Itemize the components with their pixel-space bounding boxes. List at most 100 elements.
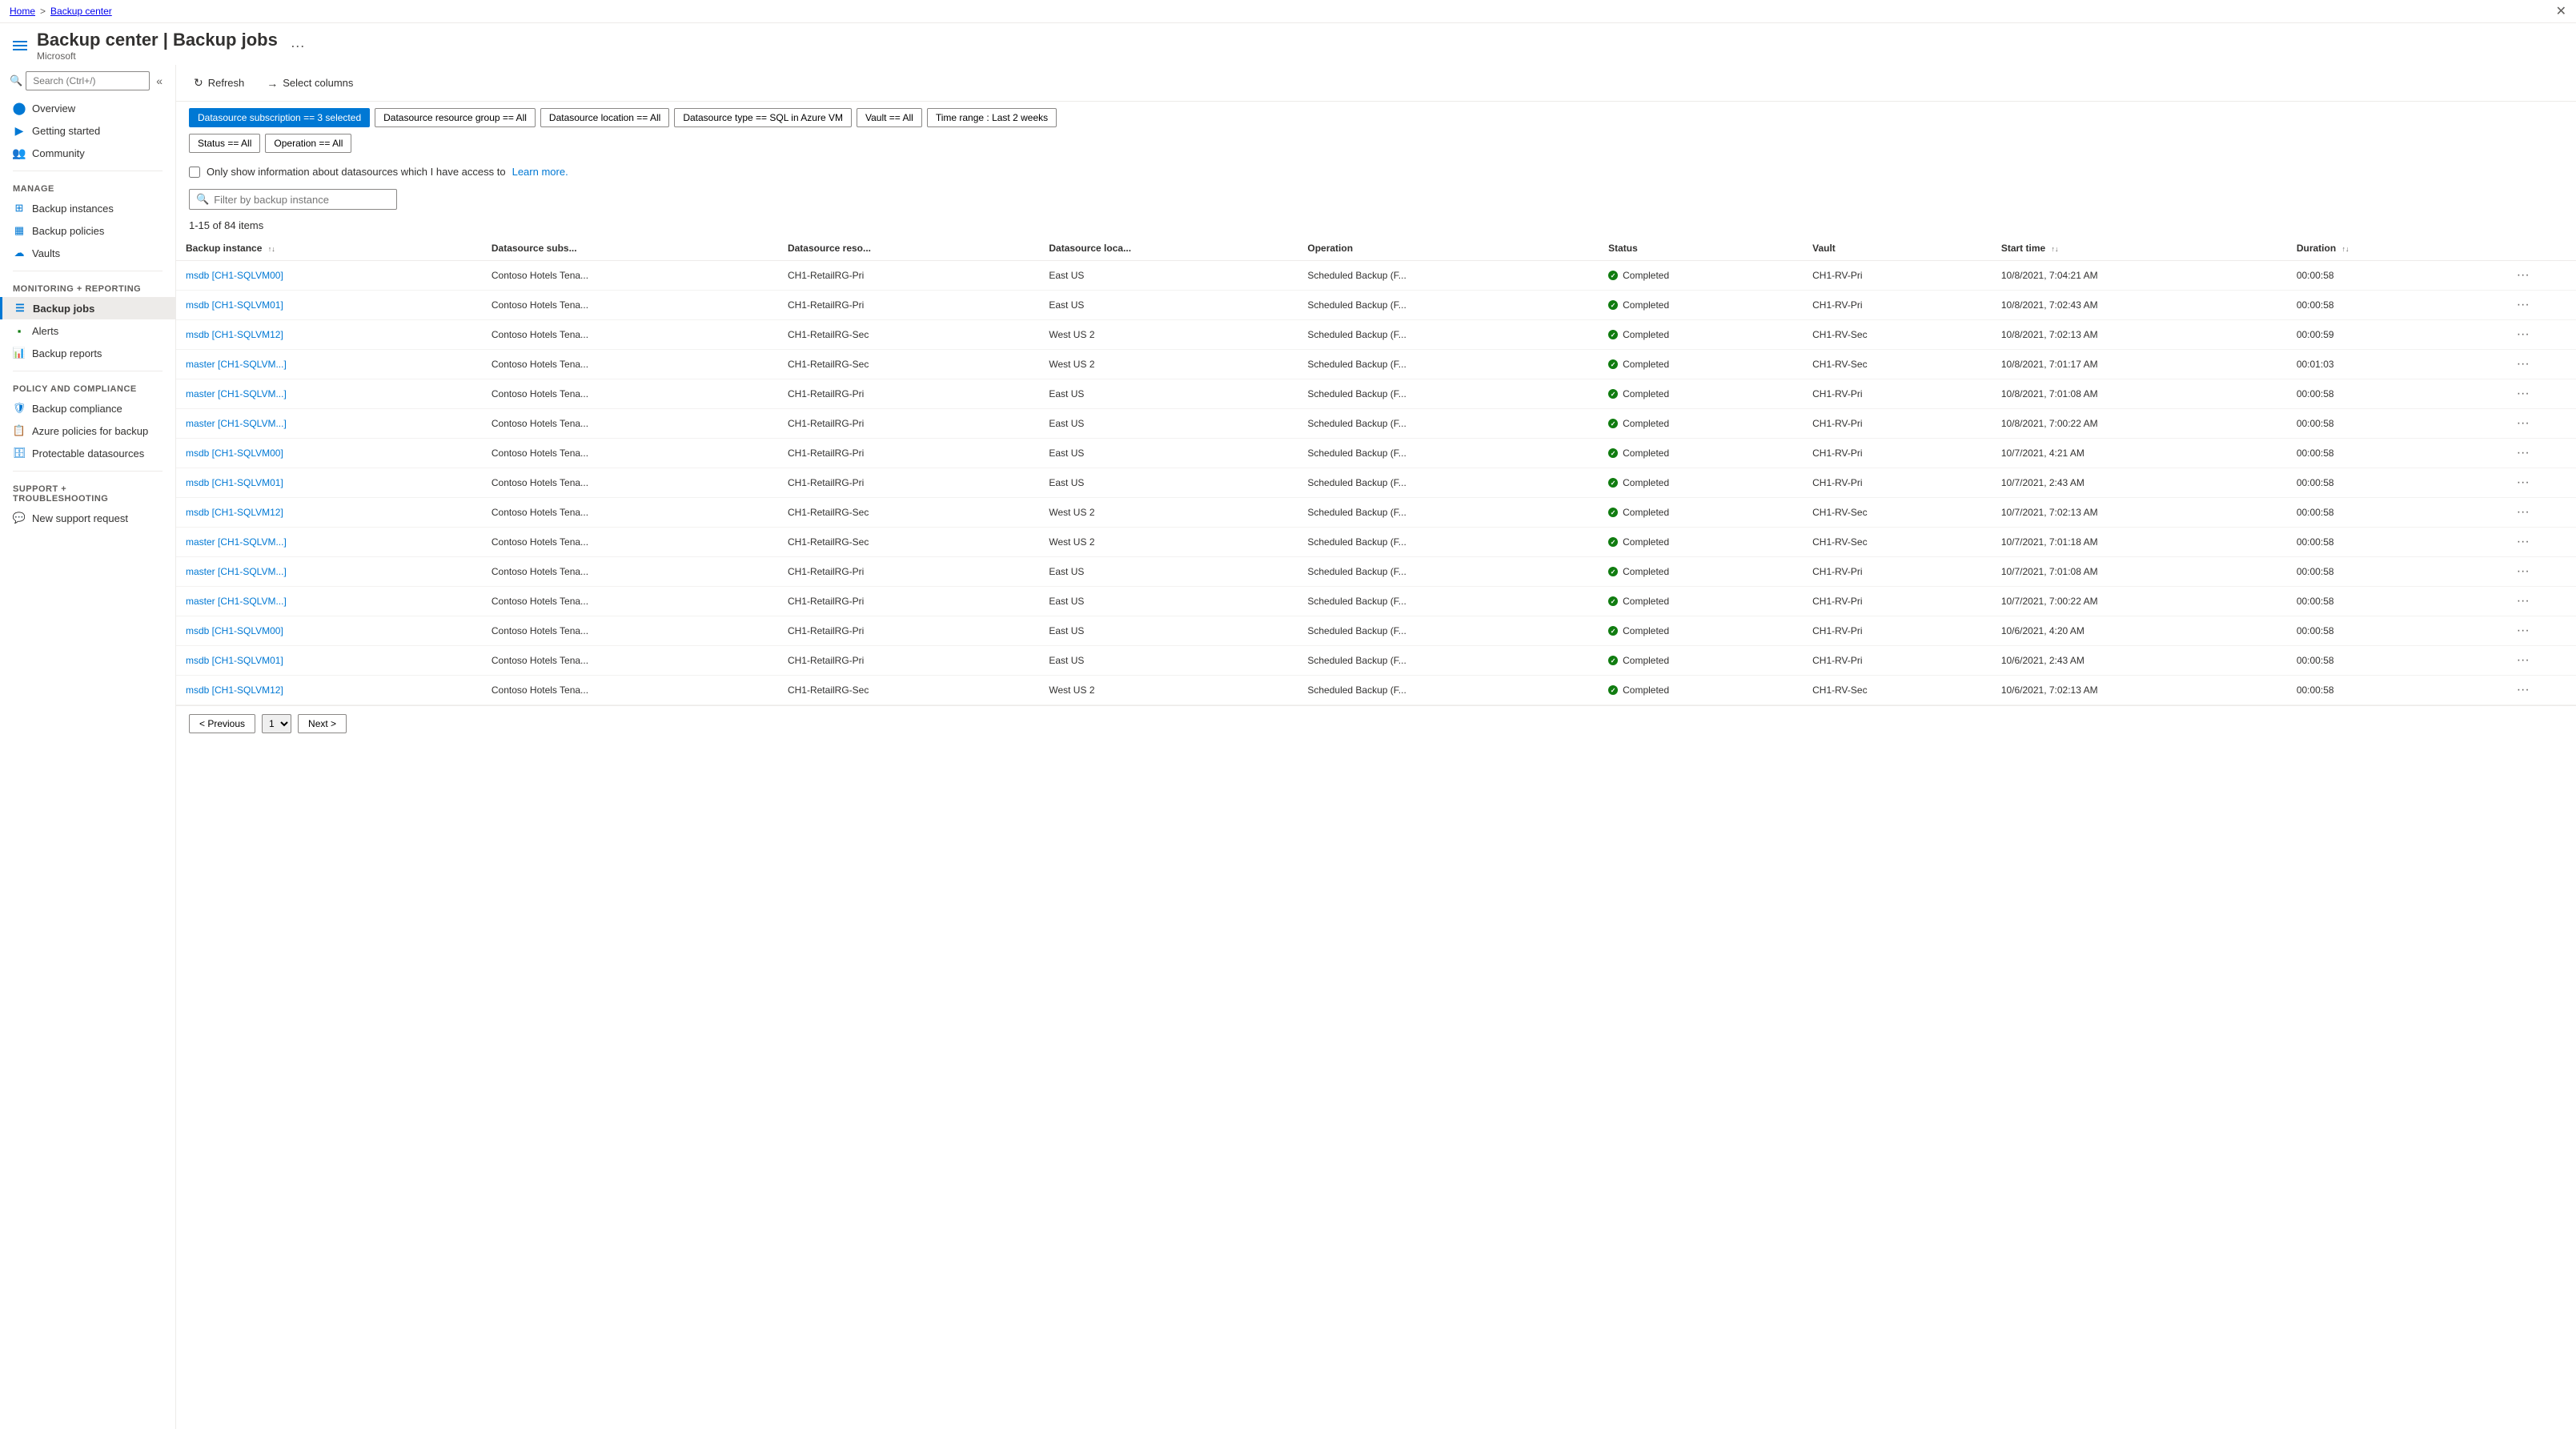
table-row[interactable]: master [CH1-SQLVM...] Contoso Hotels Ten…: [176, 350, 2576, 379]
table-row[interactable]: master [CH1-SQLVM...] Contoso Hotels Ten…: [176, 379, 2576, 409]
table-row[interactable]: msdb [CH1-SQLVM00] Contoso Hotels Tena..…: [176, 439, 2576, 468]
cell-loca: East US: [1039, 261, 1298, 291]
cell-more[interactable]: ···: [2470, 439, 2576, 468]
status-label: Completed: [1623, 536, 1669, 548]
sidebar-collapse-button[interactable]: «: [153, 74, 166, 87]
cell-more[interactable]: ···: [2470, 291, 2576, 320]
cell-more[interactable]: ···: [2470, 557, 2576, 587]
cell-more[interactable]: ···: [2470, 616, 2576, 646]
table-row[interactable]: master [CH1-SQLVM...] Contoso Hotels Ten…: [176, 409, 2576, 439]
sidebar-search-input[interactable]: [26, 71, 150, 90]
sidebar-item-alerts[interactable]: ▪ Alerts: [0, 319, 175, 342]
col-datasource-reso[interactable]: Datasource reso...: [778, 236, 1039, 261]
table-row[interactable]: msdb [CH1-SQLVM12] Contoso Hotels Tena..…: [176, 498, 2576, 528]
row-more-button[interactable]: ···: [2512, 355, 2534, 373]
status-icon: [1608, 419, 1618, 428]
cell-more[interactable]: ···: [2470, 320, 2576, 350]
filter-time-range[interactable]: Time range : Last 2 weeks: [927, 108, 1057, 127]
table-row[interactable]: msdb [CH1-SQLVM01] Contoso Hotels Tena..…: [176, 291, 2576, 320]
row-more-button[interactable]: ···: [2512, 504, 2534, 521]
col-status[interactable]: Status: [1599, 236, 1803, 261]
sidebar-item-backup-compliance[interactable]: 🛡 Backup compliance: [0, 397, 175, 419]
row-more-button[interactable]: ···: [2512, 296, 2534, 314]
access-checkbox[interactable]: [189, 167, 200, 178]
row-more-button[interactable]: ···: [2512, 652, 2534, 669]
table-row[interactable]: master [CH1-SQLVM...] Contoso Hotels Ten…: [176, 557, 2576, 587]
sidebar-item-backup-reports[interactable]: 📊 Backup reports: [0, 342, 175, 364]
status-label: Completed: [1623, 448, 1669, 459]
filter-vault[interactable]: Vault == All: [857, 108, 922, 127]
sidebar-item-community[interactable]: 👥 Community: [0, 142, 175, 164]
breadcrumb-section[interactable]: Backup center: [50, 6, 112, 17]
backup-instance-search-input[interactable]: [214, 194, 390, 206]
cell-more[interactable]: ···: [2470, 261, 2576, 291]
status-icon: [1608, 448, 1618, 458]
row-more-button[interactable]: ···: [2512, 267, 2534, 284]
cell-more[interactable]: ···: [2470, 468, 2576, 498]
learn-more-link[interactable]: Learn more.: [512, 166, 568, 178]
row-more-button[interactable]: ···: [2512, 592, 2534, 610]
status-icon: [1608, 271, 1618, 280]
table-row[interactable]: msdb [CH1-SQLVM01] Contoso Hotels Tena..…: [176, 646, 2576, 676]
row-more-button[interactable]: ···: [2512, 326, 2534, 343]
filter-datasource-resource-group[interactable]: Datasource resource group == All: [375, 108, 536, 127]
sidebar-item-protectable-datasources[interactable]: 🗄 Protectable datasources: [0, 442, 175, 464]
cell-more[interactable]: ···: [2470, 587, 2576, 616]
table-row[interactable]: msdb [CH1-SQLVM12] Contoso Hotels Tena..…: [176, 676, 2576, 705]
filter-datasource-type[interactable]: Datasource type == SQL in Azure VM: [674, 108, 852, 127]
filter-datasource-location[interactable]: Datasource location == All: [540, 108, 669, 127]
cell-more[interactable]: ···: [2470, 676, 2576, 705]
col-backup-instance[interactable]: Backup instance ↑↓: [176, 236, 482, 261]
cell-start: 10/7/2021, 7:02:13 AM: [1992, 498, 2287, 528]
row-more-button[interactable]: ···: [2512, 415, 2534, 432]
table-row[interactable]: master [CH1-SQLVM...] Contoso Hotels Ten…: [176, 587, 2576, 616]
filter-datasource-subscription[interactable]: Datasource subscription == 3 selected: [189, 108, 370, 127]
col-start-time[interactable]: Start time ↑↓: [1992, 236, 2287, 261]
table-row[interactable]: msdb [CH1-SQLVM12] Contoso Hotels Tena..…: [176, 320, 2576, 350]
row-more-button[interactable]: ···: [2512, 681, 2534, 699]
table-row[interactable]: msdb [CH1-SQLVM01] Contoso Hotels Tena..…: [176, 468, 2576, 498]
breadcrumb-home[interactable]: Home: [10, 6, 35, 17]
refresh-button[interactable]: ↻ Refresh: [189, 73, 249, 93]
col-vault[interactable]: Vault: [1803, 236, 1992, 261]
sidebar-item-getting-started[interactable]: ▶ Getting started: [0, 119, 175, 142]
col-label: Datasource reso...: [788, 243, 871, 254]
more-options-button[interactable]: ···: [291, 38, 305, 54]
sidebar-item-azure-policies[interactable]: 📋 Azure policies for backup: [0, 419, 175, 442]
sidebar-item-backup-jobs[interactable]: ☰ Backup jobs: [0, 297, 175, 319]
cell-more[interactable]: ···: [2470, 528, 2576, 557]
col-datasource-loca[interactable]: Datasource loca...: [1039, 236, 1298, 261]
page-number-select[interactable]: 1: [262, 714, 291, 733]
row-more-button[interactable]: ···: [2512, 622, 2534, 640]
next-page-button[interactable]: Next >: [298, 714, 347, 733]
row-more-button[interactable]: ···: [2512, 385, 2534, 403]
col-duration[interactable]: Duration ↑↓: [2287, 236, 2470, 261]
select-columns-button[interactable]: → Select columns: [262, 74, 358, 93]
col-datasource-subs[interactable]: Datasource subs...: [482, 236, 778, 261]
cell-more[interactable]: ···: [2470, 409, 2576, 439]
cell-subs: Contoso Hotels Tena...: [482, 587, 778, 616]
close-button[interactable]: ✕: [2556, 3, 2566, 19]
cell-more[interactable]: ···: [2470, 646, 2576, 676]
table-row[interactable]: master [CH1-SQLVM...] Contoso Hotels Ten…: [176, 528, 2576, 557]
filter-status[interactable]: Status == All: [189, 134, 260, 153]
filter-operation[interactable]: Operation == All: [265, 134, 351, 153]
row-more-button[interactable]: ···: [2512, 444, 2534, 462]
sidebar-item-vaults[interactable]: ☁ Vaults: [0, 242, 175, 264]
col-operation[interactable]: Operation: [1298, 236, 1599, 261]
sidebar-item-overview[interactable]: ⬤ Overview: [0, 97, 175, 119]
previous-page-button[interactable]: < Previous: [189, 714, 255, 733]
sidebar-item-backup-instances[interactable]: ⊞ Backup instances: [0, 197, 175, 219]
cell-more[interactable]: ···: [2470, 379, 2576, 409]
row-more-button[interactable]: ···: [2512, 533, 2534, 551]
table-row[interactable]: msdb [CH1-SQLVM00] Contoso Hotels Tena..…: [176, 616, 2576, 646]
cell-more[interactable]: ···: [2470, 350, 2576, 379]
cell-instance: msdb [CH1-SQLVM00]: [176, 616, 482, 646]
sidebar-item-backup-policies[interactable]: ▦ Backup policies: [0, 219, 175, 242]
row-more-button[interactable]: ···: [2512, 474, 2534, 492]
table-row[interactable]: msdb [CH1-SQLVM00] Contoso Hotels Tena..…: [176, 261, 2576, 291]
hamburger-icon[interactable]: [13, 41, 27, 50]
sidebar-item-new-support-request[interactable]: 💬 New support request: [0, 507, 175, 529]
row-more-button[interactable]: ···: [2512, 563, 2534, 580]
cell-more[interactable]: ···: [2470, 498, 2576, 528]
